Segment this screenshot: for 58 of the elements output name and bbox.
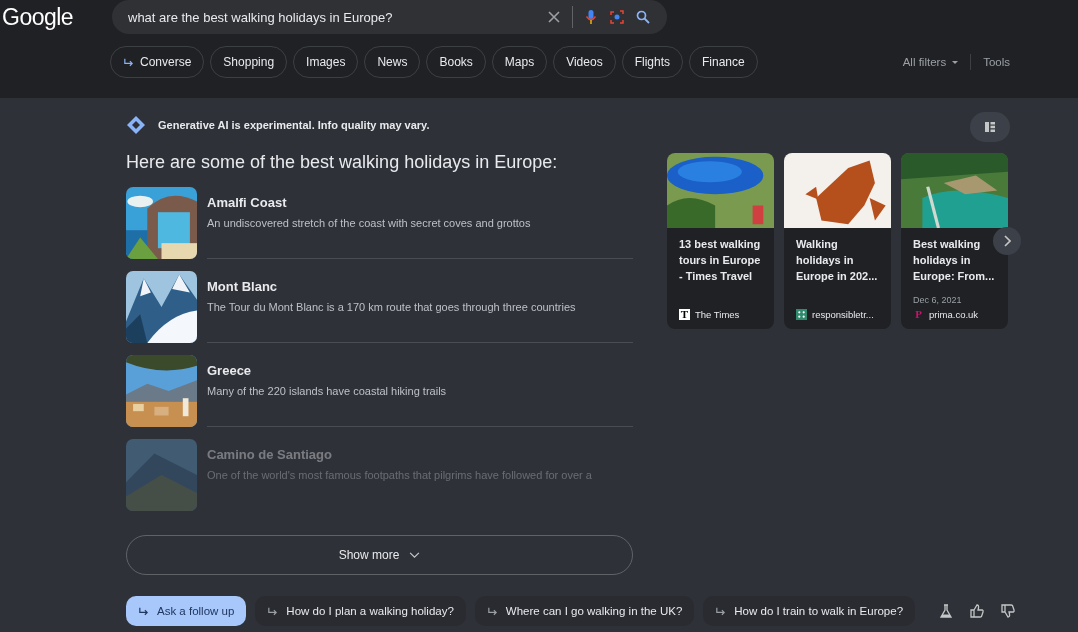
follow-up-chip[interactable]: Ask a follow up (126, 596, 247, 626)
reply-arrow-icon (486, 605, 498, 617)
item-description: The Tour du Mont Blanc is a 170 km route that goes through three countries (207, 301, 577, 313)
site-name: responsibletr... (812, 309, 874, 320)
next-button[interactable] (993, 227, 1021, 255)
source-title[interactable]: Best walking holidays in Europe: From... (913, 236, 1000, 284)
site-logo: T (679, 309, 690, 320)
search-tab[interactable]: Flights (621, 46, 683, 78)
search-bar[interactable]: what are the best walking holidays in Europe? (112, 0, 667, 34)
reply-arrow-icon (123, 56, 134, 68)
search-field[interactable]: what are the best walking holidays in Europe? (128, 9, 536, 25)
chevron-right-icon (1003, 235, 1011, 247)
source-title[interactable]: 13 best walking tours in Europe - Times Travel (679, 236, 766, 284)
notice-text: Generative AI is experimental. Info quality may vary. (158, 119, 430, 131)
item-title: Greece (207, 363, 253, 378)
search-tab[interactable]: Converse (110, 46, 205, 78)
site-name: The Times (695, 309, 740, 320)
item-description: Many of the 220 islands have coastal hiking trails (207, 385, 448, 397)
sidebar-icon (984, 121, 996, 133)
clear-icon[interactable] (546, 9, 562, 25)
answer-heading: Here are some of the best walking holidays in Europe: (126, 152, 559, 173)
search-tab[interactable]: Videos (553, 46, 616, 78)
reply-arrow-icon (715, 605, 727, 617)
flask-icon[interactable] (938, 603, 955, 619)
search-tab[interactable]: Shopping (210, 46, 288, 78)
site-name: prima.co.uk (929, 309, 979, 320)
sparkle-icon (126, 115, 146, 135)
item-title: Mont Blanc (207, 279, 279, 294)
all-filters-button[interactable]: All filters (902, 56, 959, 68)
search-tab[interactable]: Finance (689, 46, 758, 78)
google-logo[interactable]: Google (0, 3, 112, 31)
camera-icon[interactable] (609, 9, 625, 25)
source-card[interactable]: 13 best walking tours in Europe - Times Travel T The Times (667, 153, 774, 329)
chevron-down-icon (409, 551, 421, 559)
reply-arrow-icon (138, 605, 149, 617)
item-title: Amalfi Coast (207, 195, 288, 210)
source-card[interactable]: Best walking holidays in Europe: From... Dec 6, 2021 P prima.co.uk (901, 153, 1008, 329)
search-tab[interactable]: Images (293, 46, 359, 78)
follow-up-chip[interactable]: How do I plan a walking holiday? (255, 596, 466, 626)
search-tab[interactable]: Books (426, 46, 486, 78)
item-title: Camino de Santiago (207, 447, 333, 462)
follow-up-chip[interactable]: Where can I go walking in the UK? (474, 596, 695, 626)
follow-up-chip[interactable]: How do I train to walk in Europe? (703, 596, 916, 626)
item-description: An undiscovered stretch of the coast with secret coves and grottos (207, 217, 532, 229)
thumbs-down-icon[interactable] (1000, 603, 1017, 619)
source-card[interactable]: Walking holidays in Europe in 202... responsibletr... (784, 153, 891, 329)
microphone-icon[interactable] (583, 9, 599, 25)
source-date: Dec 6, 2021 (913, 295, 963, 305)
panel-toggle-button[interactable] (970, 112, 1010, 142)
site-logo: P (914, 309, 923, 320)
search-tab[interactable]: Maps (491, 46, 548, 78)
search-tab[interactable]: News (364, 46, 421, 78)
thumbs-up-icon[interactable] (969, 603, 986, 619)
reply-arrow-icon (267, 605, 279, 617)
search-icon[interactable] (635, 9, 651, 25)
source-title[interactable]: Walking holidays in Europe in 202... (796, 236, 883, 284)
dropdown-icon (952, 60, 959, 64)
tools-button[interactable]: Tools (983, 56, 1010, 68)
